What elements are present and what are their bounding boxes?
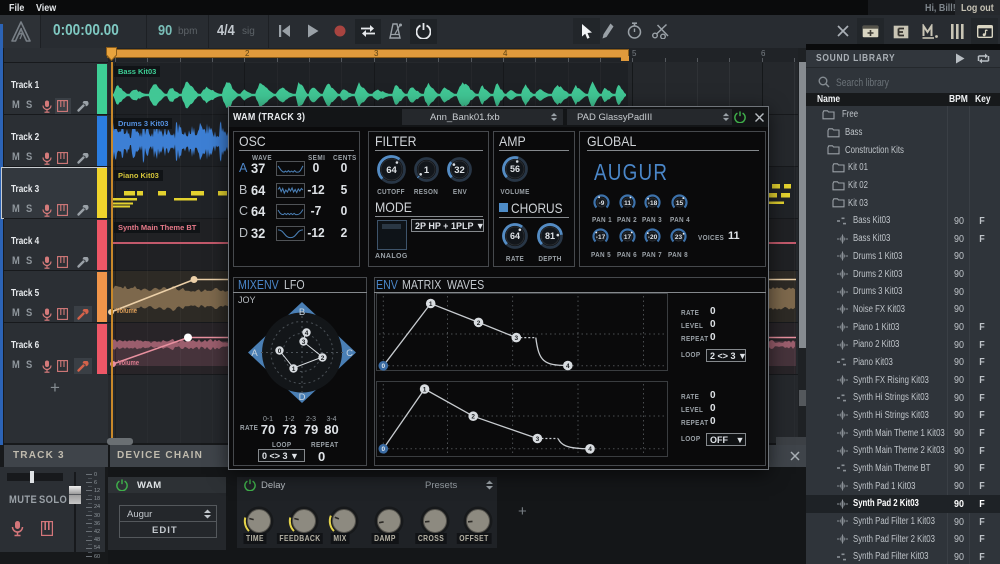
svg-text:4: 4 — [304, 329, 308, 336]
svg-text:3: 3 — [536, 436, 540, 443]
svg-text:A: A — [251, 348, 258, 359]
svg-text:1: 1 — [429, 301, 433, 308]
svg-text:23: 23 — [674, 234, 682, 241]
svg-text:1: 1 — [292, 365, 296, 372]
svg-text:0: 0 — [381, 446, 385, 453]
svg-text:81: 81 — [544, 231, 554, 241]
svg-text:3: 3 — [301, 339, 305, 346]
svg-text:0: 0 — [381, 363, 385, 370]
svg-text:2: 2 — [321, 354, 325, 361]
svg-text:4: 4 — [588, 446, 592, 453]
svg-text:17: 17 — [623, 234, 631, 241]
svg-text:0: 0 — [278, 348, 282, 355]
svg-text:D: D — [299, 392, 306, 403]
svg-text:3: 3 — [514, 335, 518, 342]
svg-text:32: 32 — [454, 164, 465, 175]
svg-text:C: C — [346, 348, 353, 359]
svg-text:2: 2 — [471, 414, 475, 421]
svg-text:-18: -18 — [647, 199, 657, 206]
svg-text:64: 64 — [386, 164, 397, 175]
svg-text:11: 11 — [624, 199, 631, 206]
svg-text:1: 1 — [423, 164, 429, 175]
svg-text:2: 2 — [477, 320, 481, 327]
svg-text:15: 15 — [676, 199, 684, 206]
svg-text:4: 4 — [566, 363, 570, 370]
svg-text:64: 64 — [510, 231, 520, 241]
svg-text:-17: -17 — [596, 234, 606, 241]
svg-text:B: B — [299, 307, 305, 318]
svg-text:1: 1 — [423, 386, 427, 393]
svg-text:56: 56 — [510, 164, 520, 174]
svg-text:-20: -20 — [647, 234, 657, 241]
svg-text:-9: -9 — [599, 199, 605, 206]
